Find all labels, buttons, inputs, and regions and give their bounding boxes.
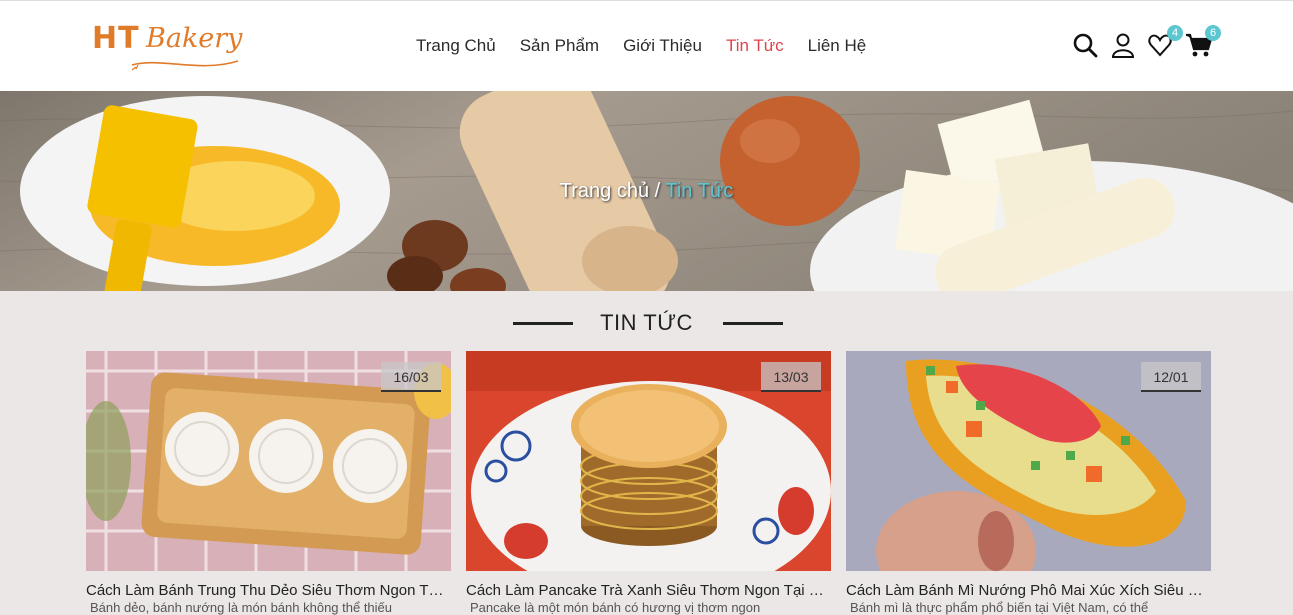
cart-count-badge: 6 xyxy=(1205,25,1221,41)
heart-icon[interactable]: 4 xyxy=(1147,25,1183,61)
breadcrumb: Trang chủ / Tin Tức xyxy=(0,180,1293,203)
post-excerpt: Bánh mì là thực phẩm phổ biến tại Việt N… xyxy=(850,600,1149,615)
cart-icon[interactable]: 6 xyxy=(1185,25,1221,61)
post-title[interactable]: Cách Làm Bánh Mì Nướng Phô Mai Xúc Xích … xyxy=(846,582,1211,599)
breadcrumb-current: Tin Tức xyxy=(665,180,734,202)
user-icon[interactable] xyxy=(1110,31,1138,61)
wishlist-count-badge: 4 xyxy=(1167,25,1183,41)
hero-banner: Trang chủ / Tin Tức xyxy=(0,91,1293,291)
post-excerpt: Bánh dẻo, bánh nướng là món bánh không t… xyxy=(90,600,393,615)
post-card[interactable]: 12/01 Cách Làm Bánh Mì Nướng Phô Mai Xúc… xyxy=(846,351,1211,615)
section-title: TIN TỨC xyxy=(600,310,693,335)
post-title[interactable]: Cách Làm Bánh Trung Thu Dẻo Siêu Thơm Ng… xyxy=(86,582,451,599)
section-header: TIN TỨC xyxy=(0,310,1293,336)
nav-contact[interactable]: Liên Hệ xyxy=(808,36,867,56)
main-nav: Trang Chủ Sản Phẩm Giới Thiệu Tin Tức Li… xyxy=(416,36,890,56)
site-header: HT Bakery Trang Chủ Sản Phẩm Giới Thiệu … xyxy=(0,0,1293,91)
nav-news[interactable]: Tin Tức xyxy=(726,36,784,56)
post-title[interactable]: Cách Làm Pancake Trà Xanh Siêu Thơm Ngon… xyxy=(466,582,831,599)
post-card[interactable]: 16/03 Cách Làm Bánh Trung Thu Dẻo Siêu T… xyxy=(86,351,451,615)
nav-about[interactable]: Giới Thiệu xyxy=(623,36,702,56)
post-date-badge: 16/03 xyxy=(381,362,441,392)
section-divider-right xyxy=(723,322,783,325)
breadcrumb-home-link[interactable]: Trang chủ xyxy=(560,180,649,202)
logo-text-bakery: Bakery xyxy=(146,23,243,54)
post-excerpt: Pancake là một món bánh có hương vị thơm… xyxy=(470,600,761,615)
search-icon[interactable] xyxy=(1072,31,1100,61)
post-date-badge: 13/03 xyxy=(761,362,821,392)
header-actions: 4 6 xyxy=(1072,25,1222,63)
nav-home[interactable]: Trang Chủ xyxy=(416,36,496,56)
breadcrumb-separator: / xyxy=(649,180,666,202)
logo-text-ht: HT xyxy=(92,21,140,56)
post-card[interactable]: 13/03 Cách Làm Pancake Trà Xanh Siêu Thơ… xyxy=(466,351,831,615)
logo-swash-icon xyxy=(131,60,239,71)
nav-products[interactable]: Sản Phẩm xyxy=(520,36,599,56)
post-date-badge: 12/01 xyxy=(1141,362,1201,392)
logo[interactable]: HT Bakery xyxy=(92,19,244,73)
